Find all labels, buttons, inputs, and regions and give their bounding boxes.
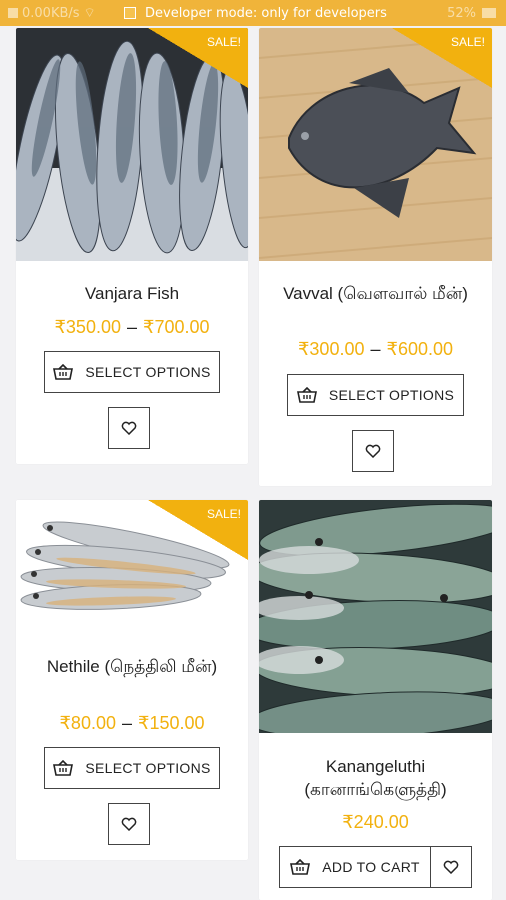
product-image-nethile[interactable]: SALE! bbox=[16, 500, 248, 636]
price-low: ₹80.00 bbox=[59, 713, 116, 733]
product-price: ₹240.00 bbox=[342, 812, 409, 832]
sale-badge: SALE! bbox=[148, 28, 248, 88]
product-name[interactable]: Nethile (நெத்திலி மீன்) bbox=[16, 655, 248, 678]
price-high: ₹700.00 bbox=[143, 317, 210, 337]
select-options-button[interactable]: SELECT OPTIONS bbox=[44, 351, 220, 393]
wishlist-button[interactable] bbox=[108, 407, 150, 449]
product-price: ₹350.00– ₹700.00 bbox=[16, 317, 248, 338]
wishlist-button[interactable] bbox=[430, 846, 472, 888]
select-options-button[interactable]: SELECT OPTIONS bbox=[44, 747, 220, 789]
product-card-vanjara[interactable]: SALE! Vanjara Fish ₹350.00– ₹700.00 SELEC… bbox=[16, 28, 248, 464]
sale-badge-label: SALE! bbox=[450, 35, 485, 49]
basket-icon bbox=[296, 387, 317, 403]
basket-icon bbox=[290, 859, 311, 875]
price-low: ₹300.00 bbox=[297, 339, 365, 359]
sale-badge: SALE! bbox=[148, 500, 248, 560]
product-name[interactable]: Kanangeluthi (கானாங்கெளுத்தி) bbox=[259, 755, 492, 801]
select-options-button[interactable]: SELECT OPTIONS bbox=[287, 374, 464, 416]
button-label: SELECT OPTIONS bbox=[328, 387, 455, 403]
product-name[interactable]: Vavval (வௌவால் மீன்) bbox=[259, 282, 492, 305]
sale-badge-label: SALE! bbox=[206, 35, 241, 49]
wishlist-button[interactable] bbox=[352, 430, 394, 472]
heart-icon bbox=[121, 421, 137, 435]
product-price: ₹80.00– ₹150.00 bbox=[16, 713, 248, 734]
product-price: ₹300.00– ₹600.00 bbox=[259, 339, 492, 360]
sale-badge-label: SALE! bbox=[206, 507, 241, 521]
battery-icon bbox=[482, 8, 496, 18]
battery-percent: 52% bbox=[447, 5, 476, 21]
product-name[interactable]: Vanjara Fish bbox=[16, 282, 248, 305]
price-low: ₹350.00 bbox=[54, 317, 121, 337]
status-bar: 0.00KB/s ⌔ Developer mode: only for deve… bbox=[0, 0, 506, 26]
price-high: ₹600.00 bbox=[386, 339, 454, 359]
button-label: SELECT OPTIONS bbox=[85, 364, 211, 380]
wishlist-button[interactable] bbox=[108, 803, 150, 845]
price-separator: – bbox=[121, 713, 132, 733]
network-speed: 0.00KB/s bbox=[22, 5, 80, 21]
fish-photo-kanangeluthi bbox=[259, 500, 492, 733]
signal-icon bbox=[8, 8, 18, 18]
heart-icon bbox=[365, 444, 381, 458]
add-to-cart-button[interactable]: ADD TO CART bbox=[279, 846, 431, 888]
product-image-vavval[interactable]: SALE! bbox=[259, 28, 492, 261]
price-high: ₹150.00 bbox=[138, 713, 205, 733]
heart-icon bbox=[121, 817, 137, 831]
heart-icon bbox=[443, 860, 459, 874]
basket-icon bbox=[53, 760, 74, 776]
price-separator: – bbox=[370, 339, 381, 359]
basket-icon bbox=[53, 364, 74, 380]
product-image-kanangeluthi[interactable] bbox=[259, 500, 492, 733]
sale-badge: SALE! bbox=[392, 28, 492, 88]
wifi-icon: ⌔ bbox=[83, 6, 96, 21]
status-left: 0.00KB/s ⌔ bbox=[8, 5, 96, 21]
product-card-nethile[interactable]: SALE! Nethile (நெத்திலி மீன்) ₹80.00– ₹15… bbox=[16, 500, 248, 860]
price-separator: – bbox=[126, 317, 137, 337]
product-card-kanangeluthi[interactable]: Kanangeluthi (கானாங்கெளுத்தி) ₹240.00 AD… bbox=[259, 500, 492, 900]
button-label: ADD TO CART bbox=[322, 859, 420, 875]
product-card-vavval[interactable]: SALE! Vavval (வௌவால் மீன்) ₹300.00– ₹600.… bbox=[259, 28, 492, 486]
button-label: SELECT OPTIONS bbox=[85, 760, 211, 776]
app-notification-icon bbox=[124, 7, 136, 19]
developer-mode-message: Developer mode: only for developers bbox=[145, 5, 387, 21]
product-image-vanjara[interactable]: SALE! bbox=[16, 28, 248, 261]
status-right: 52% bbox=[447, 6, 496, 21]
